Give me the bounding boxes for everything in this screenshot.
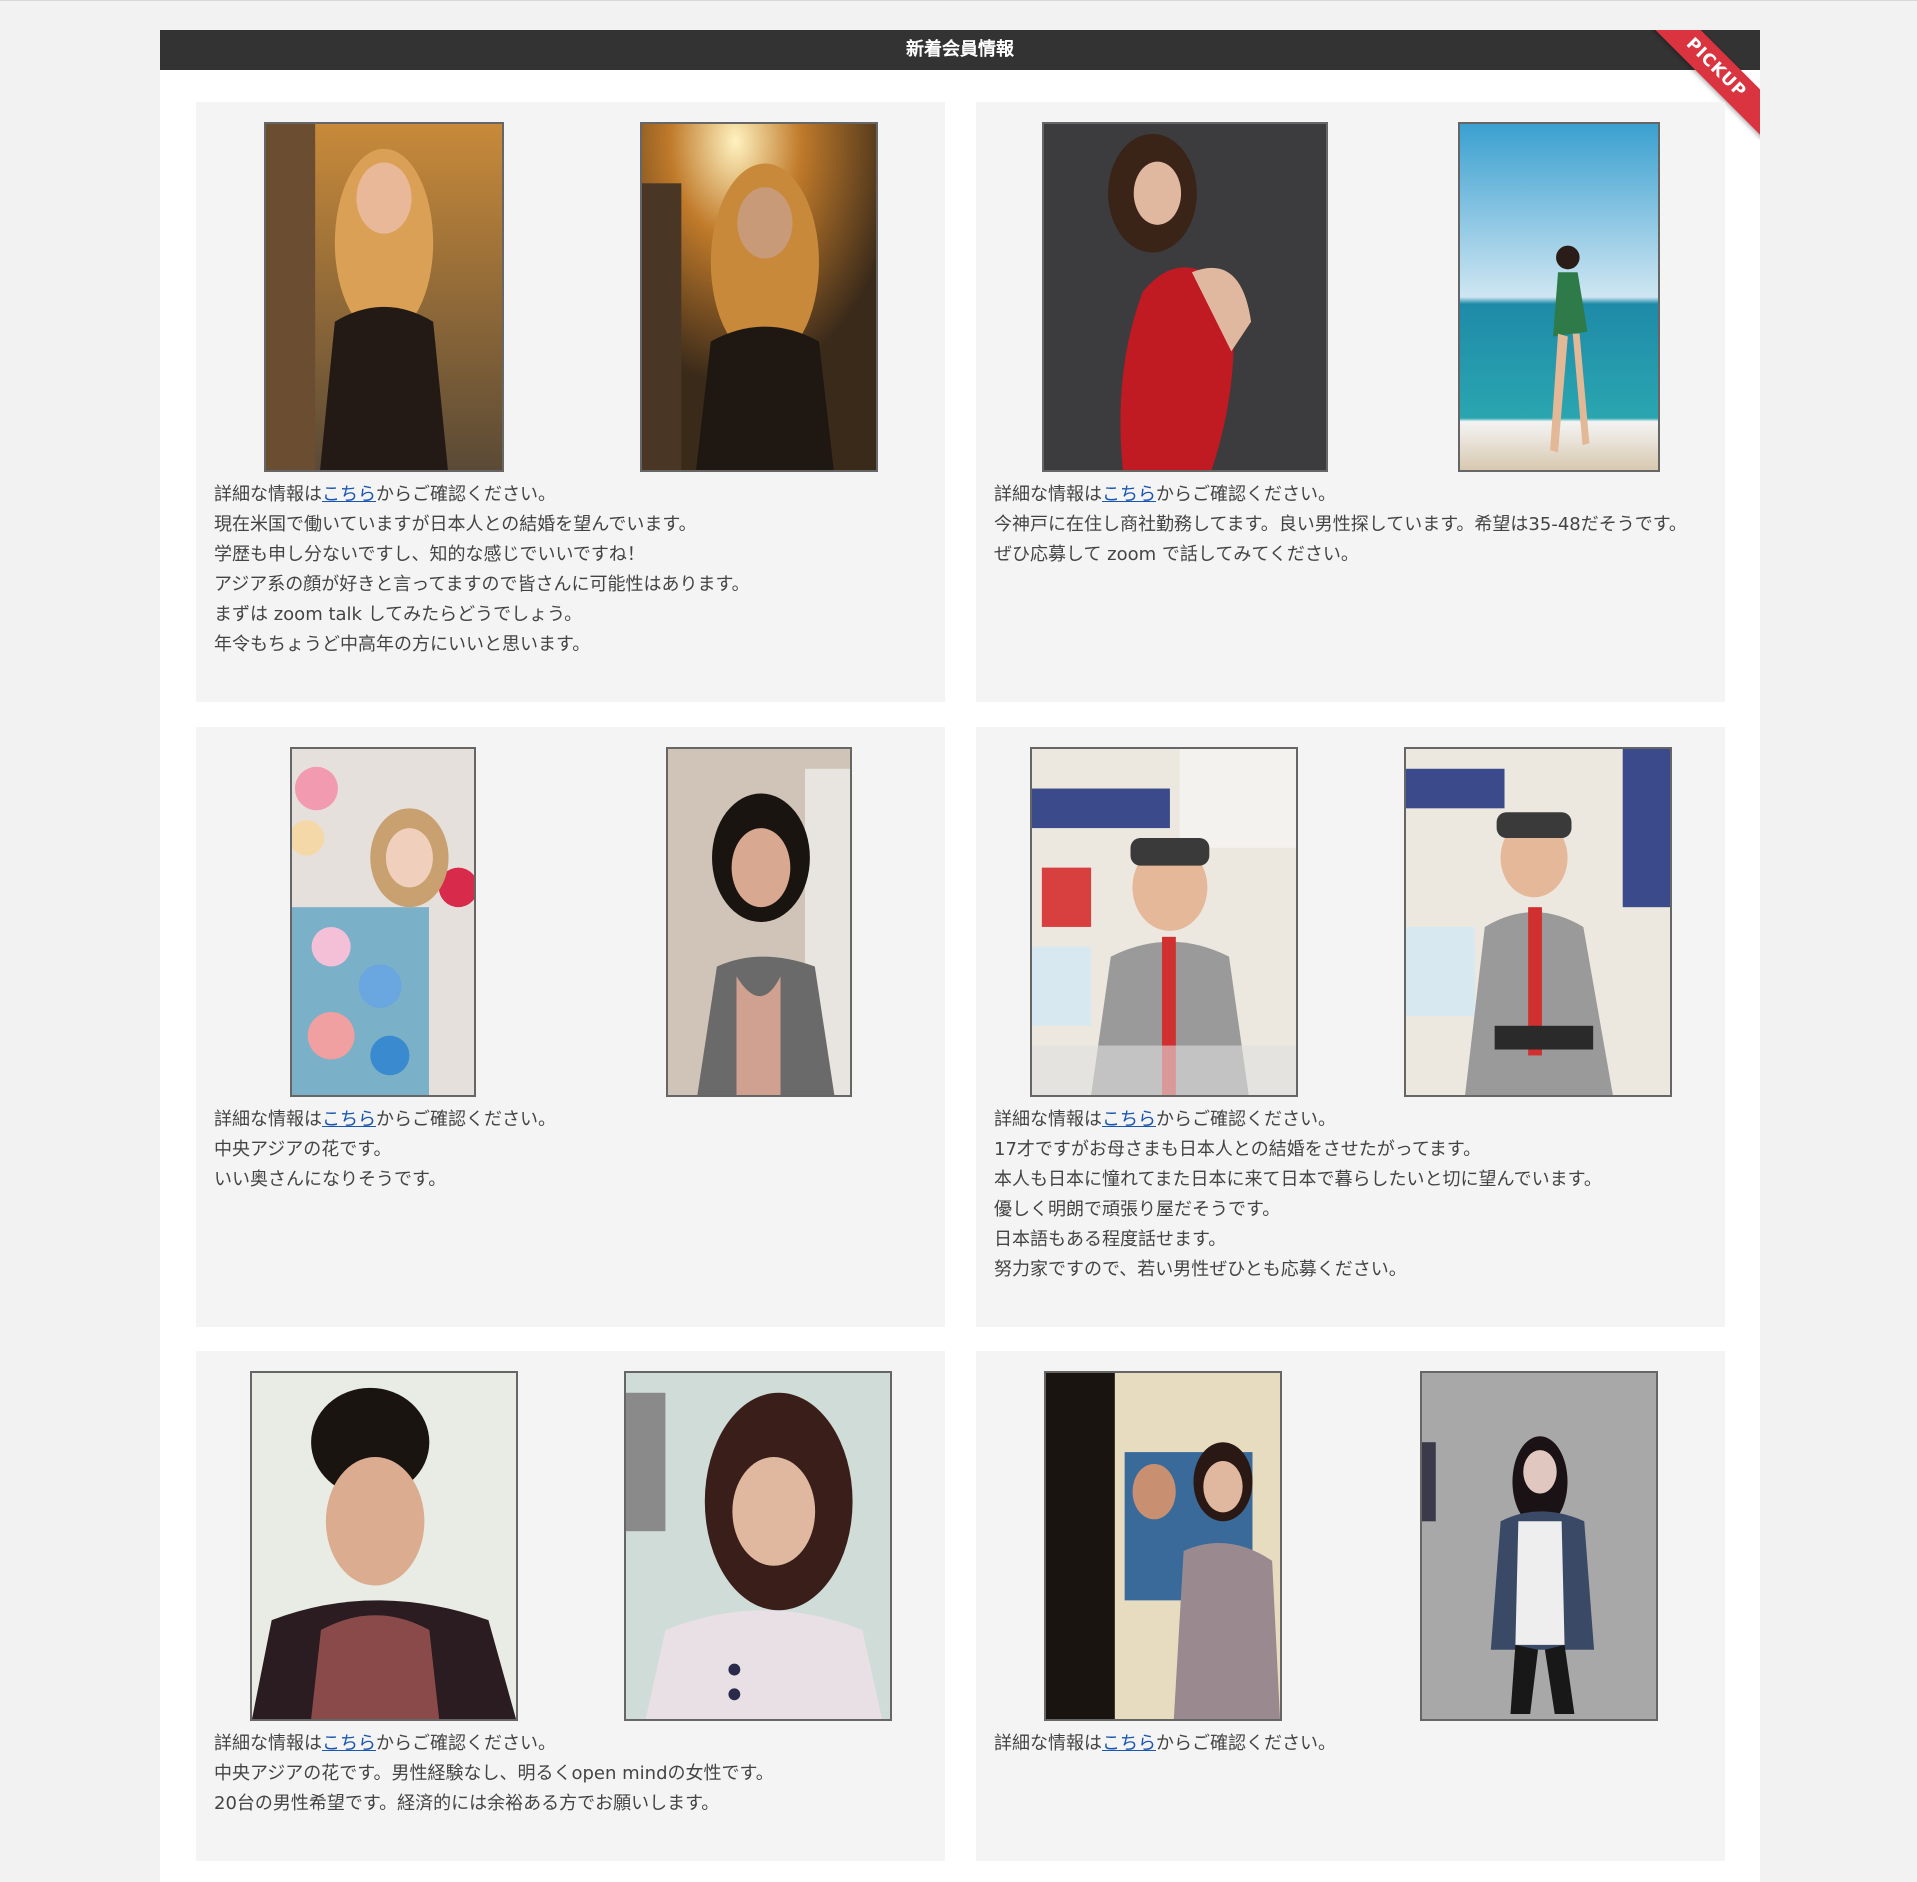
member-photo[interactable] bbox=[1404, 747, 1672, 1097]
description-line: アジア系の顔が好きと言ってますので皆さんに可能性はあります。 bbox=[214, 574, 750, 595]
member-description: 詳細な情報はこちらからご確認ください。 bbox=[994, 1729, 1704, 1759]
description-line: 中央アジアの花です。 bbox=[214, 1139, 392, 1160]
link-suffix: からご確認ください。 bbox=[1156, 484, 1336, 505]
member-description: 詳細な情報はこちらからご確認ください。 17才ですがお母さまも日本人との結婚をさ… bbox=[994, 1105, 1704, 1285]
member-card: 詳細な情報はこちらからご確認ください。 bbox=[976, 1351, 1725, 1861]
link-suffix: からご確認ください。 bbox=[376, 484, 556, 505]
details-link[interactable]: こちら bbox=[1102, 1109, 1156, 1130]
description-line: 本人も日本に憧れてまた日本に来て日本で暮らしたいと切に望んでいます。 bbox=[994, 1169, 1602, 1190]
description-line: 現在米国で働いていますが日本人との結婚を望んでいます。 bbox=[214, 514, 697, 535]
link-suffix: からご確認ください。 bbox=[1156, 1109, 1336, 1130]
description-line: いい奥さんになりそうです。 bbox=[214, 1169, 447, 1190]
detail-link-line: 詳細な情報はこちらからご確認ください。 bbox=[214, 480, 924, 510]
top-rule bbox=[0, 0, 1917, 1]
member-card: 詳細な情報はこちらからご確認ください。 中央アジアの花です。男性経験なし、明るく… bbox=[196, 1351, 945, 1861]
details-link[interactable]: こちら bbox=[322, 1109, 376, 1130]
member-photo[interactable] bbox=[250, 1371, 518, 1721]
details-link[interactable]: こちら bbox=[1102, 484, 1156, 505]
member-photo[interactable] bbox=[1458, 122, 1660, 472]
description-line: 中央アジアの花です。男性経験なし、明るくopen mindの女性です。 bbox=[214, 1763, 774, 1784]
description-line: 今神戸に在住し商社勤務してます。良い男性探しています。希望は35-48だそうです… bbox=[994, 514, 1687, 535]
link-prefix: 詳細な情報は bbox=[994, 1733, 1102, 1754]
detail-link-line: 詳細な情報はこちらからご確認ください。 bbox=[214, 1105, 924, 1135]
details-link[interactable]: こちら bbox=[322, 484, 376, 505]
member-photo[interactable] bbox=[1420, 1371, 1658, 1721]
new-members-panel: 新着会員情報 PICKUP 詳細な情報はこちらからご確認ください。 現在米国で働… bbox=[160, 30, 1760, 1882]
link-prefix: 詳細な情報は bbox=[994, 484, 1102, 505]
description-line: 年令もちょうど中高年の方にいいと思います。 bbox=[214, 634, 591, 655]
detail-link-line: 詳細な情報はこちらからご確認ください。 bbox=[994, 1729, 1704, 1759]
link-suffix: からご確認ください。 bbox=[376, 1109, 556, 1130]
details-link[interactable]: こちら bbox=[322, 1733, 376, 1754]
member-photo[interactable] bbox=[640, 122, 878, 472]
member-description: 詳細な情報はこちらからご確認ください。 中央アジアの花です。男性経験なし、明るく… bbox=[214, 1729, 924, 1819]
description-line: 努力家ですので、若い男性ぜひとも応募ください。 bbox=[994, 1259, 1407, 1280]
description-line: まずは zoom talk してみたらどうでしょう。 bbox=[214, 604, 583, 625]
link-prefix: 詳細な情報は bbox=[214, 1109, 322, 1130]
member-card: 詳細な情報はこちらからご確認ください。 中央アジアの花です。 いい奥さんになりそ… bbox=[196, 727, 945, 1327]
member-photo[interactable] bbox=[1030, 747, 1298, 1097]
member-photo[interactable] bbox=[264, 122, 504, 472]
detail-link-line: 詳細な情報はこちらからご確認ください。 bbox=[214, 1729, 924, 1759]
detail-link-line: 詳細な情報はこちらからご確認ください。 bbox=[994, 480, 1704, 510]
link-prefix: 詳細な情報は bbox=[214, 484, 322, 505]
member-photo[interactable] bbox=[624, 1371, 892, 1721]
link-prefix: 詳細な情報は bbox=[214, 1733, 322, 1754]
member-photo[interactable] bbox=[1044, 1371, 1282, 1721]
section-title: 新着会員情報 bbox=[160, 30, 1760, 70]
description-line: 優しく明朗で頑張り屋だそうです。 bbox=[994, 1199, 1281, 1220]
member-photo[interactable] bbox=[1042, 122, 1328, 472]
member-photo[interactable] bbox=[666, 747, 852, 1097]
description-line: 学歴も申し分ないですし、知的な感じでいいですね！ bbox=[214, 544, 645, 565]
link-suffix: からご確認ください。 bbox=[1156, 1733, 1336, 1754]
member-description: 詳細な情報はこちらからご確認ください。 現在米国で働いていますが日本人との結婚を… bbox=[214, 480, 924, 660]
link-prefix: 詳細な情報は bbox=[994, 1109, 1102, 1130]
detail-link-line: 詳細な情報はこちらからご確認ください。 bbox=[994, 1105, 1704, 1135]
member-description: 詳細な情報はこちらからご確認ください。 中央アジアの花です。 いい奥さんになりそ… bbox=[214, 1105, 924, 1195]
member-card: 詳細な情報はこちらからご確認ください。 現在米国で働いていますが日本人との結婚を… bbox=[196, 102, 945, 702]
description-line: ぜひ応募して zoom で話してみてください。 bbox=[994, 544, 1359, 565]
description-line: 17才ですがお母さまも日本人との結婚をさせたがってます。 bbox=[994, 1139, 1482, 1160]
description-line: 日本語もある程度話せます。 bbox=[994, 1229, 1227, 1250]
member-card: 詳細な情報はこちらからご確認ください。 17才ですがお母さまも日本人との結婚をさ… bbox=[976, 727, 1725, 1327]
member-card: 詳細な情報はこちらからご確認ください。 今神戸に在住し商社勤務してます。良い男性… bbox=[976, 102, 1725, 702]
member-description: 詳細な情報はこちらからご確認ください。 今神戸に在住し商社勤務してます。良い男性… bbox=[994, 480, 1704, 570]
link-suffix: からご確認ください。 bbox=[376, 1733, 556, 1754]
details-link[interactable]: こちら bbox=[1102, 1733, 1156, 1754]
member-photo[interactable] bbox=[290, 747, 476, 1097]
description-line: 20台の男性希望です。経済的には余裕ある方でお願いします。 bbox=[214, 1793, 720, 1814]
